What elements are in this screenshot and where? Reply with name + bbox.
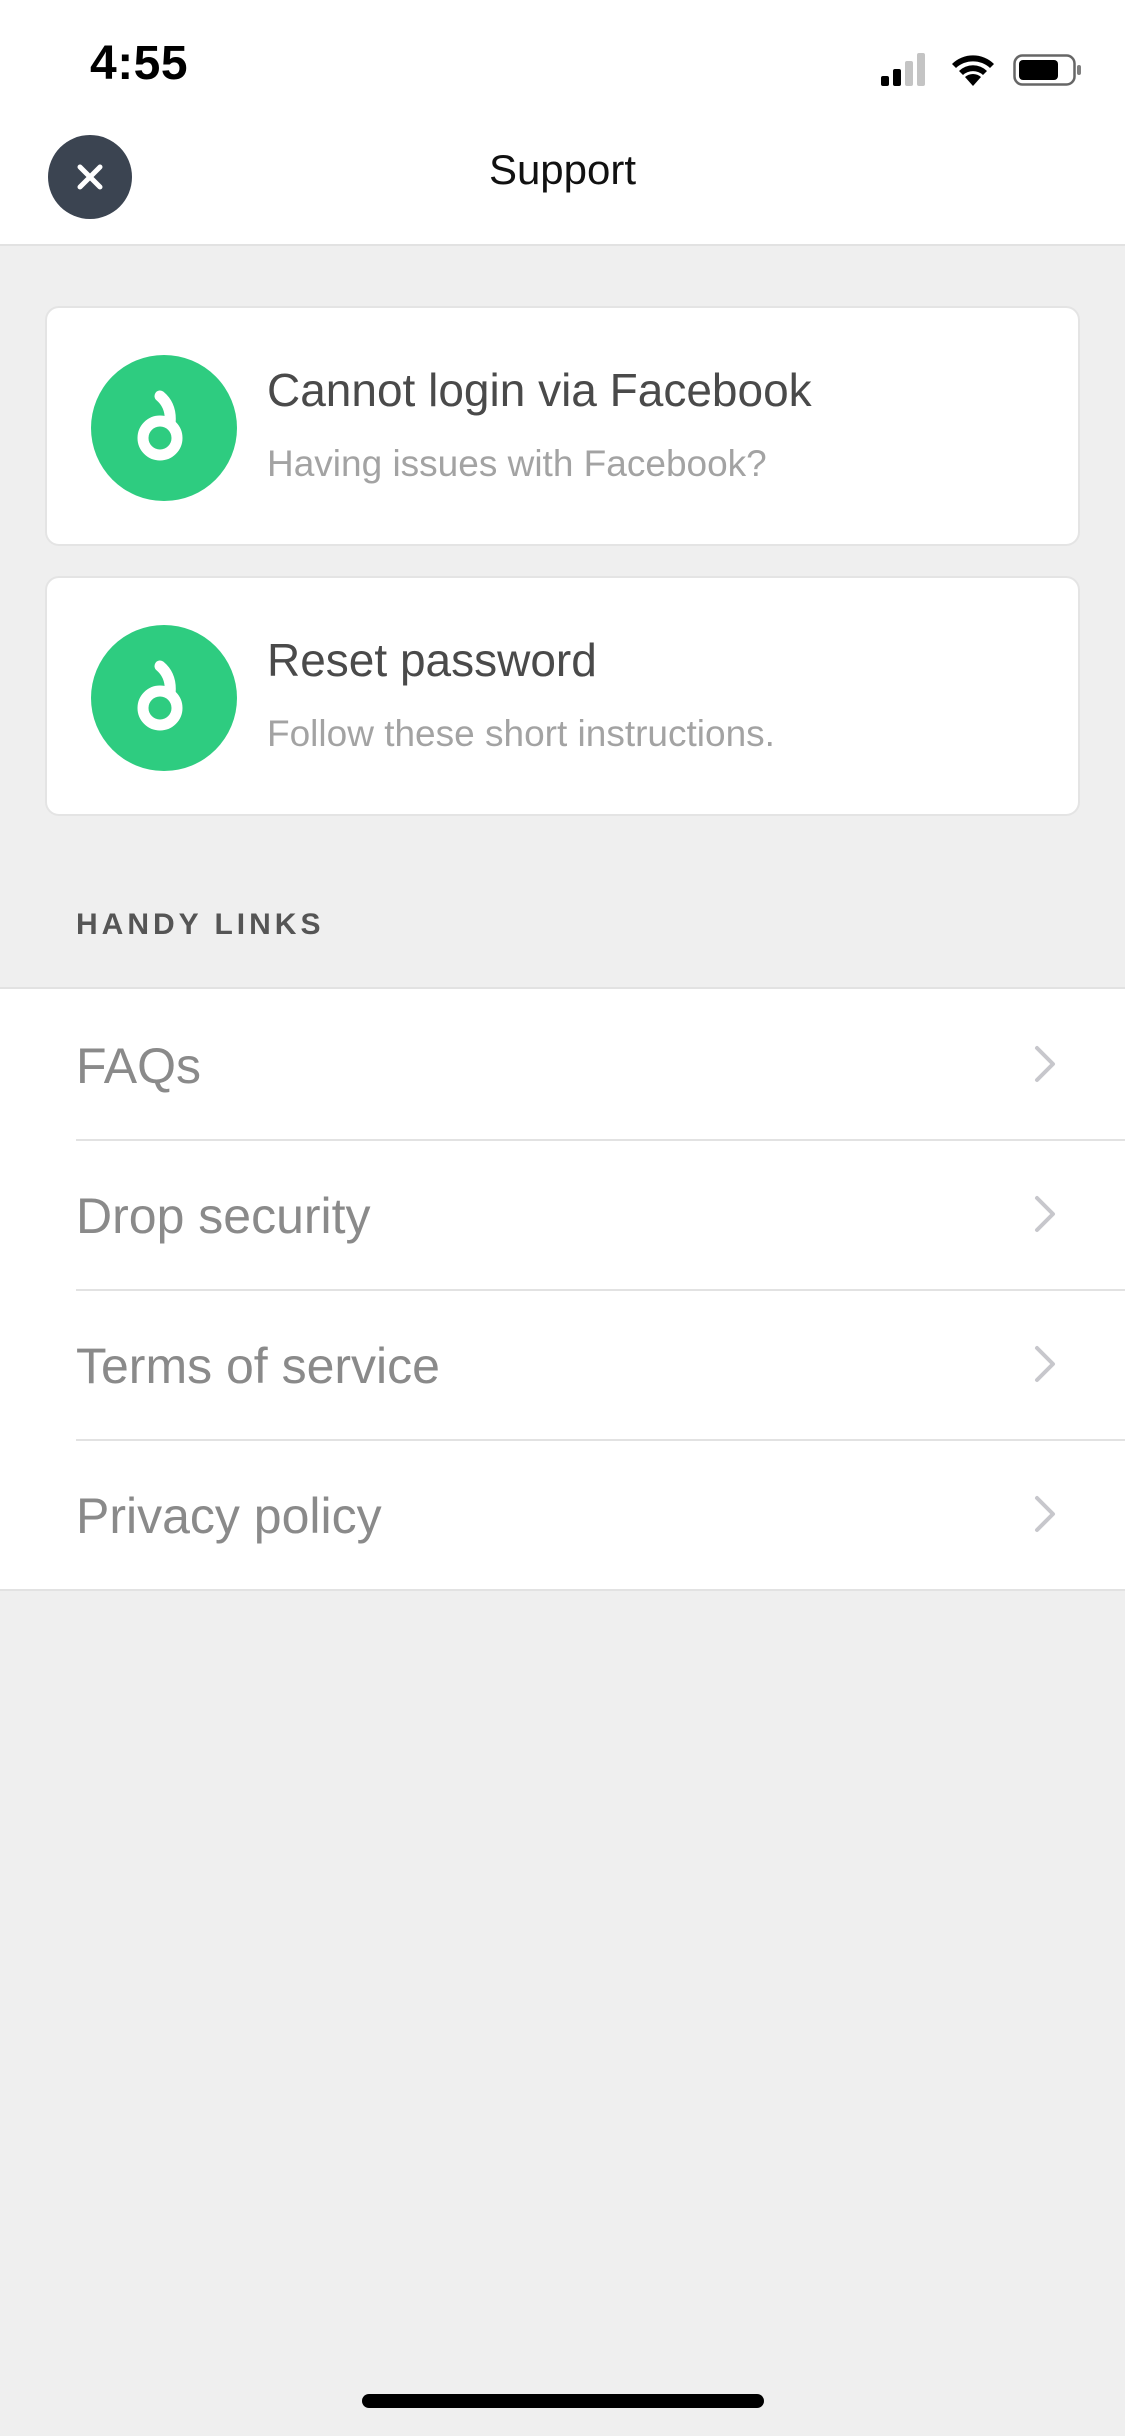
link-label: Privacy policy [76,1488,382,1544]
section-header-handy-links: HANDY LINKS [76,908,325,941]
page-title: Support [488,146,637,193]
card-subtitle: Having issues with Facebook? [267,443,767,484]
battery-icon [1013,54,1081,86]
link-terms-of-service[interactable]: Terms of service [0,1289,1125,1439]
wifi-icon [952,55,994,86]
card-title: Reset password [267,634,597,686]
chevron-right-icon [1035,1046,1055,1082]
link-label: FAQs [76,1038,202,1094]
status-icons [881,53,1081,86]
nav-bar: Support [0,132,1125,246]
card-subtitle: Follow these short instructions. [267,713,775,754]
chevron-right-icon [1035,1496,1055,1532]
link-label: Drop security [76,1188,371,1244]
chevron-right-icon [1035,1196,1055,1232]
drop-logo-icon [91,355,237,501]
home-indicator[interactable] [362,2394,764,2408]
support-screen: 4:55 Support Cannot login via Facebook H… [0,0,1125,2436]
status-bar: 4:55 [0,0,1125,132]
handy-links-list: FAQs Drop security Terms of service Priv… [0,987,1125,1591]
link-privacy-policy[interactable]: Privacy policy [0,1439,1125,1589]
card-reset-password[interactable]: Reset password Follow these short instru… [45,576,1080,816]
link-faqs[interactable]: FAQs [0,989,1125,1139]
cellular-signal-icon [881,53,925,86]
card-facebook-login[interactable]: Cannot login via Facebook Having issues … [45,306,1080,546]
chevron-right-icon [1035,1346,1055,1382]
link-label: Terms of service [76,1338,440,1394]
drop-logo-icon [91,625,237,771]
card-title: Cannot login via Facebook [267,364,812,416]
link-drop-security[interactable]: Drop security [0,1139,1125,1289]
status-time: 4:55 [90,37,189,90]
